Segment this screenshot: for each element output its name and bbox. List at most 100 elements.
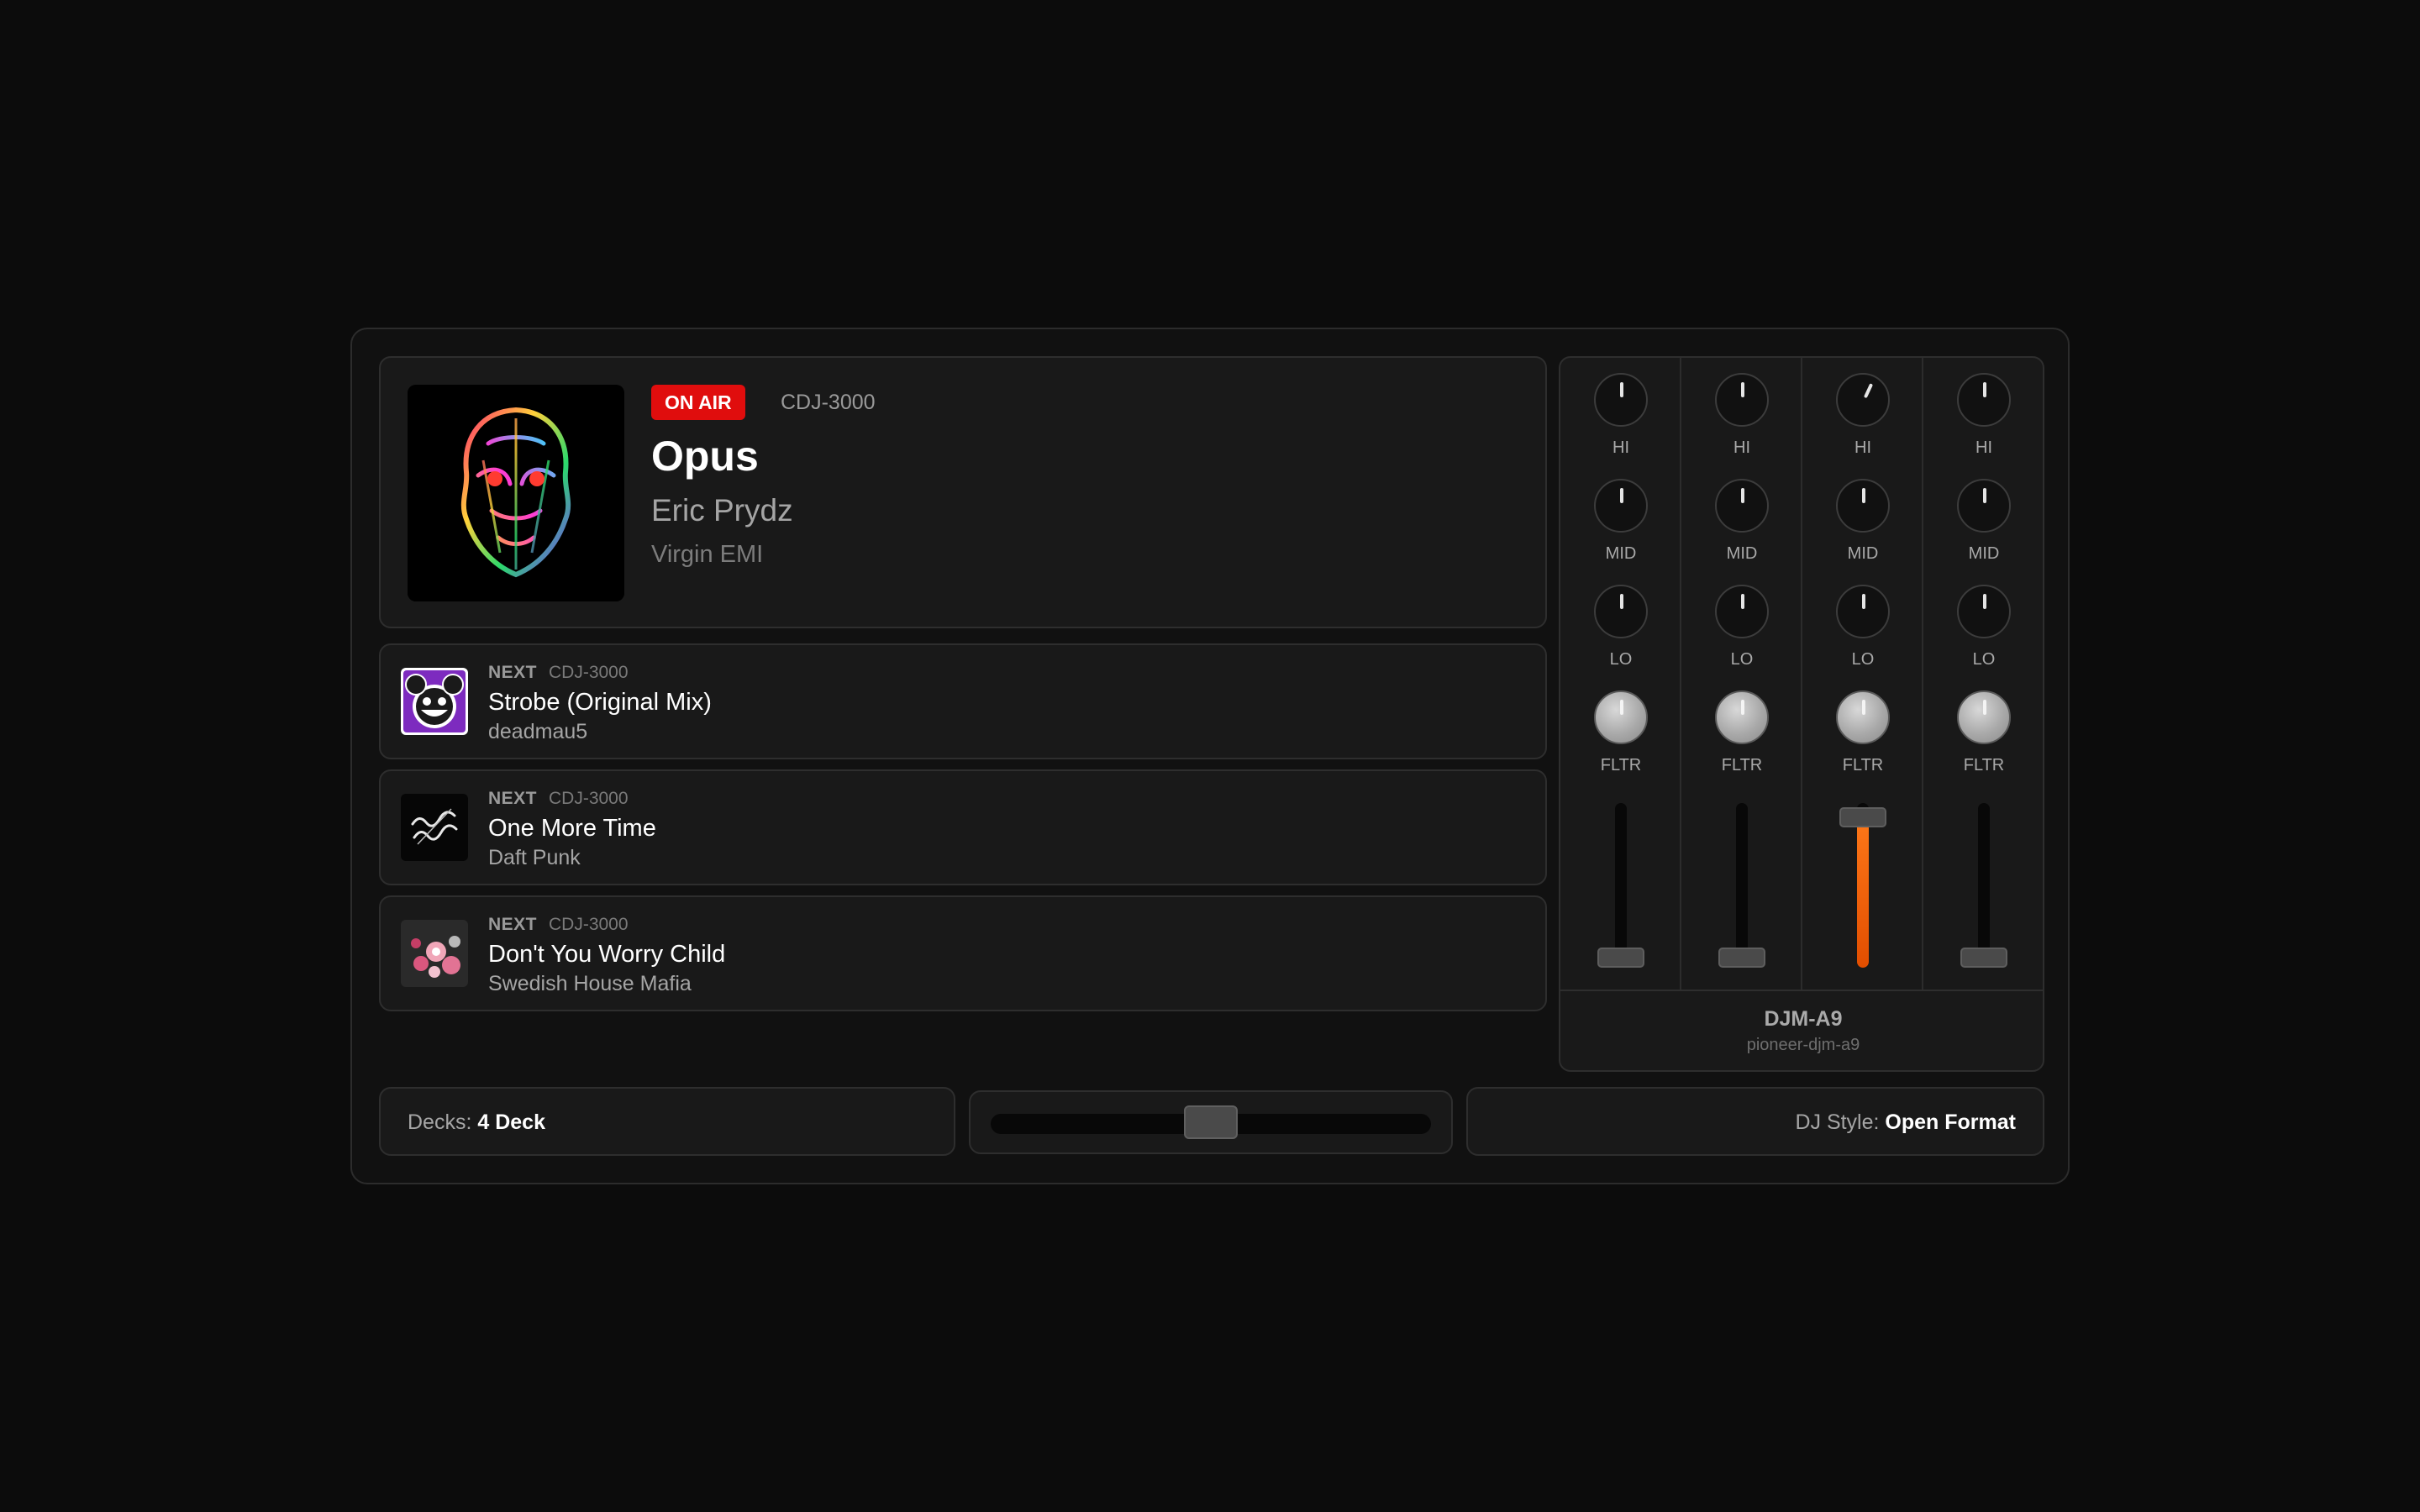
crossfader-panel [969,1090,1453,1154]
channel-fader-track[interactable] [1736,803,1748,968]
knob-indicator [1741,700,1744,715]
mixer-footer: DJM-A9 pioneer-djm-a9 [1560,990,2043,1070]
queue-item[interactable]: NEXT CDJ-3000 Don't You Worry Child Swed… [379,895,1547,1011]
channel-fader-handle[interactable] [1839,807,1886,827]
queue-title: Don't You Worry Child [488,941,726,968]
queue-artist: Daft Punk [488,846,581,869]
mid-label: MID [1968,544,2000,563]
now-playing-artwork [408,385,624,601]
lo-label: LO [1730,650,1754,669]
lo-knob[interactable] [1594,585,1648,638]
lo-knob[interactable] [1715,585,1769,638]
mixer-channel-3: HI MID LO FLTR [1802,358,1923,990]
decks-label: Decks: [408,1110,472,1134]
dj-console: ON AIR CDJ-3000 Opus Eric Prydz Virgin E… [350,328,2070,1184]
knob-indicator [1741,594,1744,609]
lo-label: LO [1609,650,1633,669]
mid-label: MID [1726,544,1758,563]
now-playing-label: Virgin EMI [651,541,764,568]
queue-deck: CDJ-3000 [549,663,629,682]
knob-indicator [1862,700,1865,715]
knob-indicator [1863,383,1874,399]
queue-next-tag: NEXT [488,663,538,682]
knob-indicator [1862,488,1865,503]
queue-title: One More Time [488,815,656,842]
mixer-panel: HI MID LO FLTR HI MID LO FLTR HI MID LO FLTR HI MID LO… [1559,356,2044,1072]
lo-label: LO [1972,650,1996,669]
queue-next-tag: NEXT [488,915,538,934]
hi-label: HI [1612,438,1629,457]
mid-knob[interactable] [1594,479,1648,533]
channel-fader-handle[interactable] [1597,948,1644,968]
on-air-badge: ON AIR [651,385,745,420]
now-playing-artist: Eric Prydz [651,493,793,528]
queue-artist: Swedish House Mafia [488,972,692,995]
queue-item[interactable]: NEXT CDJ-3000 One More Time Daft Punk [379,769,1547,885]
queue-deck: CDJ-3000 [549,789,629,808]
queue-artist: deadmau5 [488,720,588,743]
mixer-id: pioneer-djm-a9 [1746,1036,1860,1054]
knob-indicator [1620,700,1623,715]
now-playing-deck: CDJ-3000 [781,391,876,414]
queue-next-tag: NEXT [488,789,538,808]
knob-indicator [1620,382,1623,397]
queue-item[interactable]: NEXT CDJ-3000 Strobe (Original Mix) dead… [379,643,1547,759]
crossfader-handle[interactable] [1184,1105,1238,1139]
dj-style-selector[interactable]: DJ Style: Open Format [1466,1087,2044,1156]
mixer-model: DJM-A9 [1764,1007,1843,1031]
knob-indicator [1983,700,1986,715]
mid-label: MID [1605,544,1637,563]
knob-indicator [1741,488,1744,503]
mid-knob[interactable] [1715,479,1769,533]
fltr-knob[interactable] [1957,690,2011,744]
dj-style-value: Open Format [1885,1110,2016,1134]
decks-selector[interactable]: Decks: 4 Deck [379,1087,955,1156]
now-playing-card[interactable]: ON AIR CDJ-3000 Opus Eric Prydz Virgin E… [379,356,1547,628]
fltr-label: FLTR [1842,756,1884,774]
knob-indicator [1983,594,1986,609]
fltr-knob[interactable] [1594,690,1648,744]
decks-setting: Decks: 4 Deck [408,1107,545,1137]
queue-title: Strobe (Original Mix) [488,689,712,716]
hi-knob[interactable] [1836,373,1890,427]
dj-style-setting: DJ Style: Open Format [1795,1107,2016,1137]
hi-knob[interactable] [1957,373,2011,427]
hi-label: HI [1854,438,1871,457]
mid-knob[interactable] [1957,479,2011,533]
channel-fader-handle[interactable] [1960,948,2007,968]
knob-indicator [1862,594,1865,609]
fltr-label: FLTR [1600,756,1642,774]
lo-label: LO [1851,650,1875,669]
mixer-channel-2: HI MID LO FLTR [1681,358,1802,990]
knob-indicator [1620,488,1623,503]
knob-indicator [1620,594,1623,609]
channel-fader-level [1857,808,1869,968]
dj-style-label: DJ Style: [1795,1110,1880,1134]
channel-fader-track[interactable] [1615,803,1627,968]
fltr-knob[interactable] [1836,690,1890,744]
channel-fader-track[interactable] [1978,803,1990,968]
hi-knob[interactable] [1594,373,1648,427]
fltr-label: FLTR [1963,756,2005,774]
now-playing-title: Opus [651,433,759,480]
hi-knob[interactable] [1715,373,1769,427]
lo-knob[interactable] [1836,585,1890,638]
hi-label: HI [1733,438,1750,457]
queue-item-artwork [401,920,468,987]
knob-indicator [1983,382,1986,397]
mixer-channel-4: HI MID LO FLTR [1923,358,2043,990]
hi-label: HI [1975,438,1992,457]
knob-indicator [1741,382,1744,397]
knob-indicator [1983,488,1986,503]
decks-value: 4 Deck [477,1110,545,1134]
mid-knob[interactable] [1836,479,1890,533]
fltr-knob[interactable] [1715,690,1769,744]
mixer-channel-1: HI MID LO FLTR [1560,358,1681,990]
fltr-label: FLTR [1721,756,1763,774]
queue-deck: CDJ-3000 [549,915,629,934]
lo-knob[interactable] [1957,585,2011,638]
queue-item-artwork [401,668,468,735]
mid-label: MID [1847,544,1879,563]
queue-item-artwork [401,794,468,861]
channel-fader-handle[interactable] [1718,948,1765,968]
